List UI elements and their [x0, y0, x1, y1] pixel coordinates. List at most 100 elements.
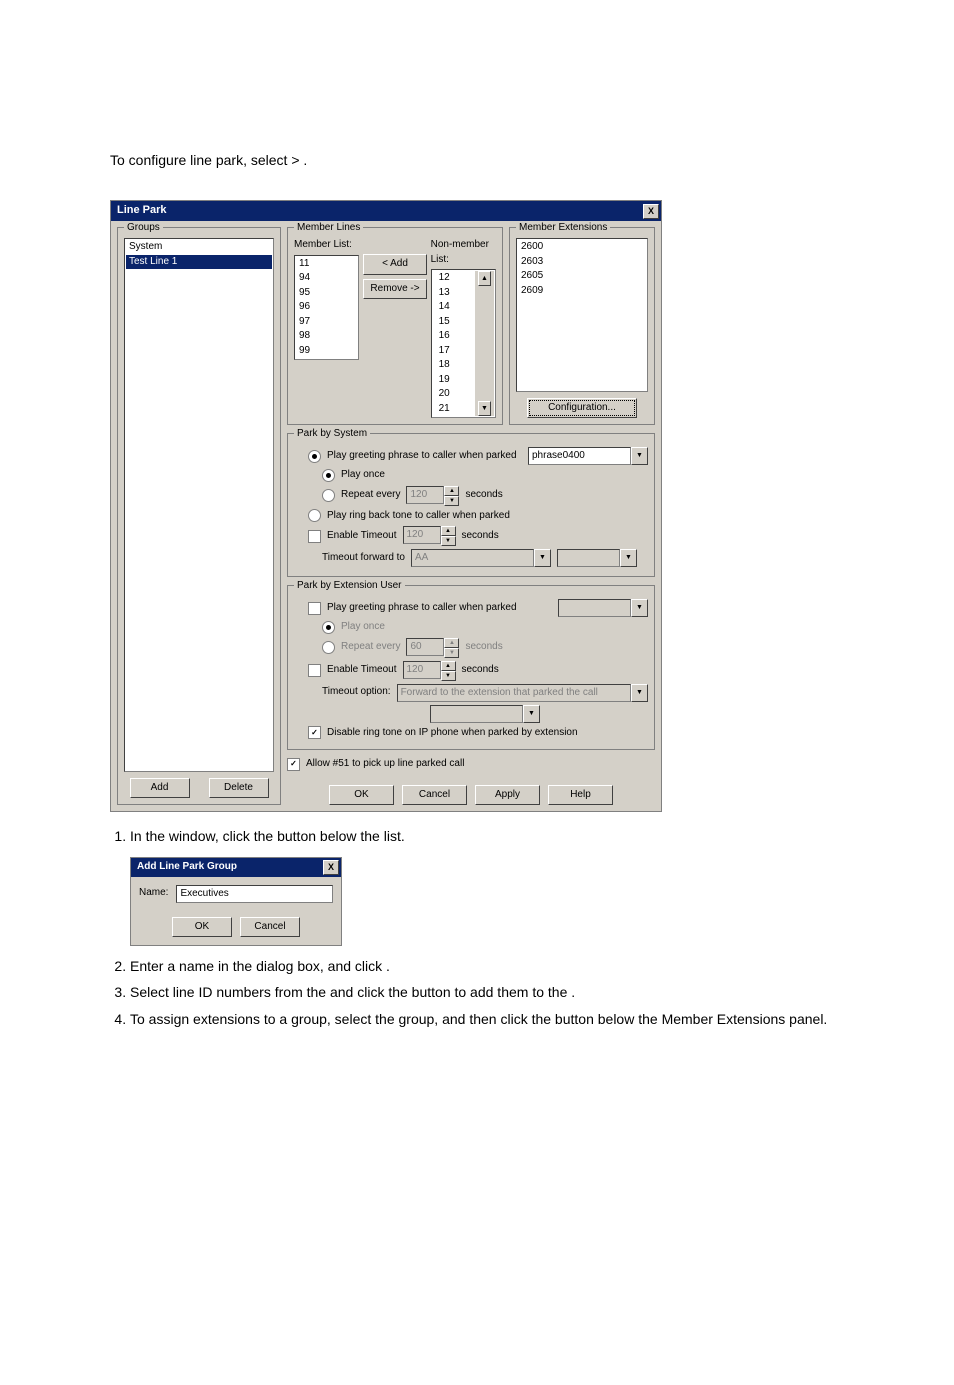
remove-line-button[interactable]: Remove -> — [363, 279, 426, 300]
timeout-fwd-combo2[interactable] — [557, 549, 620, 567]
name-input[interactable]: Executives — [176, 885, 333, 903]
park-by-system-panel: Park by System Play greeting phrase to c… — [287, 433, 655, 577]
spin-down-icon[interactable]: ▼ — [441, 671, 456, 681]
list-item[interactable]: 2605 — [518, 269, 646, 284]
groups-panel: Groups System Test Line 1 Add Delete — [117, 227, 281, 805]
timeout-option-combo2 — [430, 705, 523, 723]
nonmember-listbox[interactable]: 12 13 14 15 16 17 18 19 — [431, 269, 496, 418]
spin-up-icon: ▲ — [444, 638, 459, 648]
ok-button[interactable]: OK — [329, 785, 394, 806]
list-item[interactable]: 2603 — [518, 255, 646, 270]
spin-up-icon[interactable]: ▲ — [444, 486, 459, 496]
timeout-fwd-label: Timeout forward to — [322, 551, 405, 566]
add-group-dialog: Add Line Park Group X Name: Executives O… — [130, 857, 342, 947]
member-list-label: Member List: — [294, 238, 359, 253]
list-item[interactable]: 97 — [296, 315, 357, 330]
ext-play-once-radio — [322, 621, 335, 634]
add-line-button[interactable]: < Add — [363, 254, 426, 275]
spin-down-icon[interactable]: ▼ — [444, 496, 459, 506]
ext-phrase-combo — [558, 599, 631, 617]
step-text: window, click the — [169, 828, 277, 844]
spin-up-icon[interactable]: ▲ — [441, 661, 456, 671]
play-once-radio[interactable] — [322, 469, 335, 482]
timeout-seconds-input[interactable]: 120 — [403, 526, 441, 544]
disable-ring-check[interactable] — [308, 726, 321, 739]
ext-repeat-label: Repeat every — [341, 640, 400, 655]
repeat-every-radio[interactable] — [322, 489, 335, 502]
spin-up-icon[interactable]: ▲ — [441, 526, 456, 536]
step-text: list. — [384, 828, 405, 844]
list-item[interactable]: 11 — [296, 257, 357, 272]
close-icon[interactable]: X — [643, 204, 659, 219]
ext-timeout-input[interactable]: 120 — [403, 661, 441, 679]
list-item[interactable]: 13 — [436, 286, 472, 301]
seconds-label: seconds — [462, 663, 499, 678]
help-button[interactable]: Help — [548, 785, 613, 806]
groups-item[interactable]: Test Line 1 — [126, 255, 272, 270]
enable-timeout-check[interactable] — [308, 530, 321, 543]
add-group-button[interactable]: Add — [130, 778, 190, 799]
list-item[interactable]: 18 — [436, 358, 472, 373]
list-item[interactable]: 20 — [436, 387, 472, 402]
list-item[interactable]: 12 — [436, 271, 472, 286]
list-item[interactable]: 95 — [296, 286, 357, 301]
member-lines-panel: Member Lines Member List: 11 94 95 96 — [287, 227, 503, 425]
timeout-option-combo[interactable]: Forward to the extension that parked the… — [397, 684, 631, 702]
ext-enable-timeout-check[interactable] — [308, 664, 321, 677]
close-icon[interactable]: X — [323, 860, 339, 875]
list-item[interactable]: 96 — [296, 300, 357, 315]
list-item[interactable]: 2609 — [518, 284, 646, 299]
timeout-option-label: Timeout option: — [322, 685, 391, 700]
scroll-up-icon[interactable]: ▲ — [478, 271, 491, 286]
delete-group-button[interactable]: Delete — [209, 778, 269, 799]
park-by-ext-panel: Park by Extension User Play greeting phr… — [287, 585, 655, 750]
ext-listbox[interactable]: 2600 2603 2605 2609 — [516, 238, 648, 392]
member-lines-legend: Member Lines — [294, 221, 363, 236]
list-item[interactable]: 21 — [436, 402, 472, 417]
list-item[interactable]: 2600 — [518, 240, 646, 255]
ext-enable-timeout-label: Enable Timeout — [327, 663, 397, 678]
cancel-button[interactable]: Cancel — [402, 785, 467, 806]
timeout-fwd-combo[interactable]: AA — [411, 549, 534, 567]
ext-play-once-label: Play once — [341, 620, 385, 635]
allow-51-label: Allow #51 to pick up line parked call — [306, 757, 464, 772]
member-ext-legend: Member Extensions — [516, 221, 610, 236]
chevron-down-icon[interactable]: ▼ — [534, 549, 551, 567]
chevron-down-icon[interactable]: ▼ — [620, 549, 637, 567]
play-greeting-label: Play greeting phrase to caller when park… — [327, 449, 517, 464]
ext-play-greeting-check[interactable] — [308, 602, 321, 615]
list-item[interactable]: 15 — [436, 315, 472, 330]
step-1: In the window, click the button below th… — [130, 826, 870, 946]
groups-legend: Groups — [124, 221, 163, 236]
name-label: Name: — [139, 886, 168, 901]
configuration-button[interactable]: Configuration... — [527, 398, 637, 419]
list-item[interactable]: 94 — [296, 271, 357, 286]
member-listbox[interactable]: 11 94 95 96 97 98 99 — [294, 255, 359, 361]
repeat-seconds-input[interactable]: 120 — [406, 486, 444, 504]
list-item[interactable]: 16 — [436, 329, 472, 344]
groups-item[interactable]: System — [126, 240, 272, 255]
step-text: In the — [130, 828, 169, 844]
list-item[interactable]: 99 — [296, 344, 357, 359]
list-item[interactable]: 14 — [436, 300, 472, 315]
scroll-down-icon[interactable]: ▼ — [478, 401, 491, 416]
list-item[interactable]: 17 — [436, 344, 472, 359]
apply-button[interactable]: Apply — [475, 785, 540, 806]
chevron-down-icon[interactable]: ▼ — [631, 447, 648, 465]
play-greeting-radio[interactable] — [308, 450, 321, 463]
phrase-combo[interactable]: phrase0400 — [528, 447, 631, 465]
spin-down-icon[interactable]: ▼ — [441, 536, 456, 546]
chevron-down-icon[interactable]: ▼ — [631, 684, 648, 702]
step-2: Enter a name in the dialog box, and clic… — [130, 956, 870, 976]
list-item[interactable]: 19 — [436, 373, 472, 388]
ok-button[interactable]: OK — [172, 917, 232, 938]
dialog-title: Add Line Park Group — [137, 860, 237, 875]
list-item[interactable]: 98 — [296, 329, 357, 344]
repeat-every-label: Repeat every — [341, 488, 400, 503]
ring-back-radio[interactable] — [308, 509, 321, 522]
cancel-button[interactable]: Cancel — [240, 917, 300, 938]
scrollbar[interactable]: ▲ ▼ — [475, 271, 494, 416]
groups-listbox[interactable]: System Test Line 1 — [124, 238, 274, 772]
step-4: To assign extensions to a group, select … — [130, 1009, 870, 1029]
allow-51-check[interactable] — [287, 758, 300, 771]
